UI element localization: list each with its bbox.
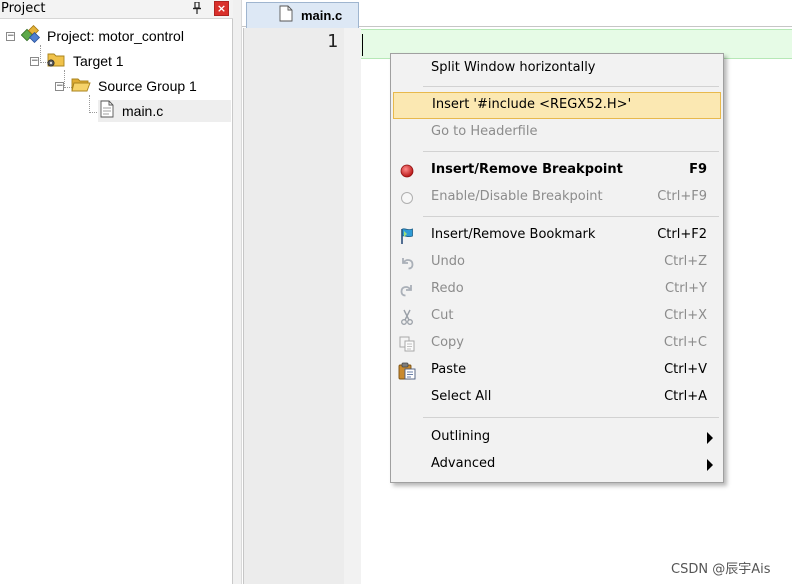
menu-item-copy[interactable]: Copy Ctrl+C <box>393 330 721 357</box>
menu-item-split-window[interactable]: Split Window horizontally <box>393 55 721 82</box>
menu-item-shortcut: F9 <box>689 162 707 177</box>
menu-item-shortcut: Ctrl+V <box>664 362 707 377</box>
project-panel: Project × − Project: motor_control − Tar… <box>0 0 233 584</box>
menu-item-select-all[interactable]: Select All Ctrl+A <box>393 384 721 411</box>
redo-icon <box>398 281 416 299</box>
menu-separator <box>423 417 719 418</box>
menu-item-shortcut: Ctrl+X <box>664 308 707 323</box>
menu-item-shortcut: Ctrl+F9 <box>657 189 707 204</box>
line-number: 1 <box>327 31 338 52</box>
tab-label: main.c <box>301 8 343 23</box>
menu-item-label: Redo <box>431 281 464 296</box>
menu-item-label: Insert/Remove Breakpoint <box>431 162 623 177</box>
panel-splitter[interactable] <box>233 0 242 584</box>
menu-item-label: Outlining <box>431 429 491 444</box>
menu-item-insert-include[interactable]: Insert '#include <REGX52.H>' <box>393 92 721 119</box>
collapse-toggle-icon[interactable]: − <box>55 81 64 91</box>
menu-item-label: Split Window horizontally <box>431 60 596 75</box>
close-icon: × <box>216 2 227 15</box>
menu-item-label: Copy <box>431 335 464 350</box>
collapse-toggle-icon[interactable]: − <box>30 56 39 66</box>
menu-item-go-to-headerfile[interactable]: Go to Headerfile <box>393 119 721 146</box>
menu-item-shortcut: Ctrl+Y <box>665 281 707 296</box>
tree-label-project: Project: motor_control <box>47 28 184 44</box>
project-panel-header: Project × <box>0 0 233 19</box>
line-number-gutter: 1 <box>243 28 344 584</box>
submenu-arrow-icon <box>707 459 713 471</box>
menu-item-shortcut: Ctrl+Z <box>664 254 707 269</box>
menu-item-undo[interactable]: Undo Ctrl+Z <box>393 249 721 276</box>
menu-item-enable-disable-breakpoint[interactable]: Enable/Disable Breakpoint Ctrl+F9 <box>393 184 721 211</box>
tree-item-project[interactable]: − Project: motor_control <box>6 24 184 47</box>
menu-item-label: Enable/Disable Breakpoint <box>431 189 603 204</box>
open-folder-icon <box>70 75 92 97</box>
c-file-icon <box>98 100 116 122</box>
tree-connector <box>89 95 90 113</box>
watermark: CSDN @辰宇Ais <box>671 562 771 577</box>
menu-separator <box>423 151 719 152</box>
menu-item-advanced[interactable]: Advanced <box>393 451 721 478</box>
text-caret <box>362 34 363 56</box>
c-file-icon <box>279 5 293 26</box>
menu-item-cut[interactable]: Cut Ctrl+X <box>393 303 721 330</box>
menu-item-shortcut: Ctrl+A <box>664 389 707 404</box>
copy-icon <box>398 335 416 353</box>
project-icon <box>20 24 41 47</box>
menu-separator <box>423 216 719 217</box>
tree-label-target: Target 1 <box>73 53 124 69</box>
submenu-arrow-icon <box>707 432 713 444</box>
undo-icon <box>398 254 416 272</box>
target-folder-icon <box>45 50 67 72</box>
pin-icon[interactable] <box>190 1 204 16</box>
menu-item-label: Select All <box>431 389 492 404</box>
collapse-toggle-icon[interactable]: − <box>6 31 15 41</box>
scissors-icon <box>398 308 416 326</box>
menu-item-shortcut: Ctrl+C <box>663 335 707 350</box>
project-panel-title: Project <box>1 1 46 16</box>
tree-label-source-group: Source Group 1 <box>98 78 197 94</box>
tree-label-main-c: main.c <box>122 103 164 119</box>
menu-item-label: Go to Headerfile <box>431 124 538 139</box>
editor-tab-strip: main.c <box>242 0 792 28</box>
menu-item-insert-remove-bookmark[interactable]: Insert/Remove Bookmark Ctrl+F2 <box>393 222 721 249</box>
menu-item-shortcut: Ctrl+F2 <box>657 227 707 242</box>
menu-item-label: Advanced <box>431 456 496 471</box>
paste-clipboard-icon <box>398 362 416 380</box>
menu-item-label: Undo <box>431 254 465 269</box>
menu-item-label: Insert/Remove Bookmark <box>431 227 596 242</box>
menu-item-outlining[interactable]: Outlining <box>393 424 721 451</box>
tree-item-target[interactable]: − Target 1 <box>30 50 124 72</box>
close-panel-button[interactable]: × <box>214 1 229 16</box>
menu-item-paste[interactable]: Paste Ctrl+V <box>393 357 721 384</box>
tree-item-main-c[interactable]: main.c <box>98 100 231 122</box>
breakpoint-outline-icon <box>398 189 416 207</box>
menu-item-label: Insert '#include <REGX52.H>' <box>432 97 632 112</box>
bookmark-flag-icon <box>398 227 416 245</box>
menu-item-redo[interactable]: Redo Ctrl+Y <box>393 276 721 303</box>
breakpoint-icon <box>398 162 416 180</box>
context-menu: Split Window horizontally Insert '#inclu… <box>390 53 724 483</box>
fold-margin[interactable] <box>344 28 361 584</box>
menu-item-label: Cut <box>431 308 454 323</box>
tree-item-source-group[interactable]: − Source Group 1 <box>55 75 197 97</box>
menu-separator <box>423 86 719 87</box>
menu-item-insert-remove-breakpoint[interactable]: Insert/Remove Breakpoint F9 <box>393 157 721 184</box>
tab-main-c[interactable]: main.c <box>246 2 359 28</box>
menu-item-label: Paste <box>431 362 467 377</box>
